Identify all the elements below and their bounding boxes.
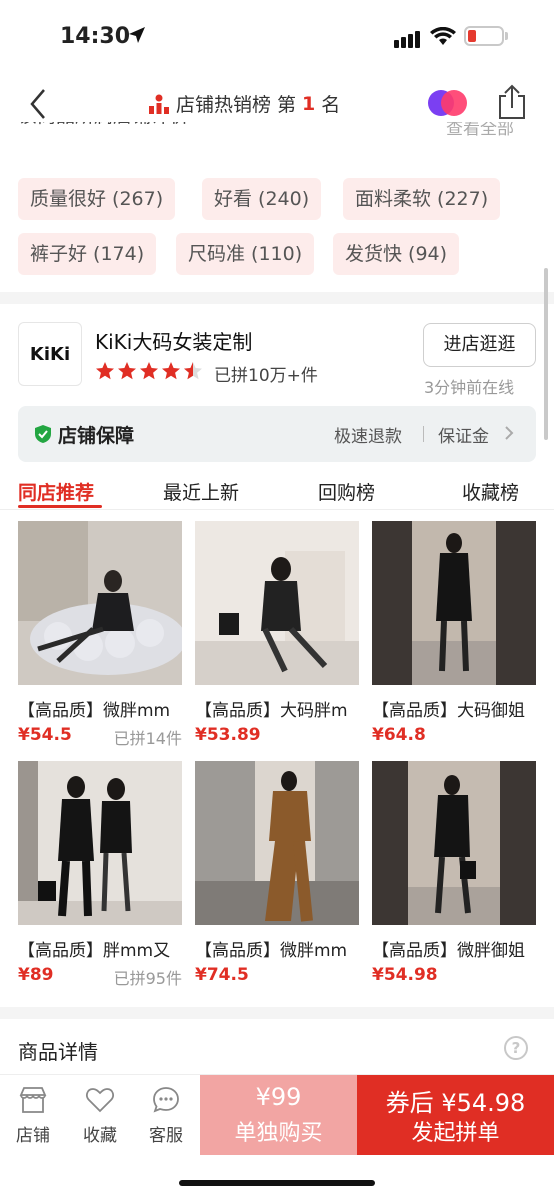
- section-divider: [0, 1007, 554, 1019]
- product-image[interactable]: [372, 521, 536, 685]
- group-label: 发起拼单: [411, 1121, 500, 1146]
- status-bar: 14:30: [0, 0, 554, 76]
- product-name: 【高品质】微胖御姐: [372, 941, 525, 961]
- wifi-icon: [430, 27, 456, 45]
- product-card[interactable]: 【高品质】大码胖m ¥53.89: [195, 521, 359, 745]
- product-detail-title: 商品详情: [18, 1040, 98, 1064]
- home-indicator[interactable]: [179, 1180, 375, 1186]
- tabs-divider: [0, 509, 554, 510]
- review-tag[interactable]: 尺码准 (110): [176, 233, 315, 275]
- product-image[interactable]: [195, 521, 359, 685]
- shop-online-status: 3分钟前在线: [424, 378, 515, 397]
- review-tag[interactable]: 质量很好 (267): [18, 178, 176, 220]
- shop-guarantee-bar[interactable]: 店铺保障 极速退款 保证金: [18, 406, 536, 462]
- review-tag[interactable]: 好看 (240): [202, 178, 322, 220]
- rank-bars-icon: [149, 94, 169, 114]
- battery-tip: [505, 32, 508, 40]
- product-card[interactable]: 【高品质】大码御姐 ¥64.8: [372, 521, 536, 745]
- customer-service-label: 客服: [149, 1126, 183, 1146]
- product-sold: 已拼95件: [113, 969, 182, 988]
- shop-rating-stars: [95, 361, 203, 381]
- shop-label: 店铺: [16, 1126, 50, 1146]
- tab-same-shop[interactable]: 同店推荐: [18, 478, 94, 505]
- half-star-icon: [184, 362, 202, 380]
- product-card[interactable]: 【高品质】微胖mm ¥54.5 已拼14件: [18, 521, 186, 748]
- shop-sold-count: 已拼10万+件: [214, 366, 318, 386]
- cellular-signal-icon: [394, 31, 420, 48]
- shop-name[interactable]: KiKi大码女装定制: [95, 326, 252, 355]
- tab-newest[interactable]: 最近上新: [163, 478, 239, 505]
- product-card[interactable]: 【高品质】微胖御姐 ¥54.98: [372, 761, 536, 985]
- product-name: 【高品质】微胖mm: [195, 941, 348, 961]
- product-card[interactable]: 【高品质】胖mm又 ¥89 已拼95件: [18, 761, 182, 988]
- customer-service-button[interactable]: 客服: [136, 1085, 196, 1146]
- group-price: 券后 ¥54.98: [385, 1089, 526, 1117]
- merchant-avatar-icon[interactable]: [428, 86, 468, 118]
- active-tab-indicator: [18, 505, 102, 508]
- heart-icon: [86, 1088, 114, 1113]
- single-label: 单独购买: [234, 1121, 323, 1146]
- star-icon: [96, 362, 114, 380]
- back-chevron-icon[interactable]: [26, 86, 50, 122]
- product-name: 【高品质】微胖mm: [18, 701, 171, 721]
- star-icon: [118, 362, 136, 380]
- shop-icon: [19, 1087, 47, 1113]
- tab-repurchase[interactable]: 回购榜: [318, 478, 375, 505]
- review-tag[interactable]: 发货快 (94): [333, 233, 460, 275]
- location-arrow-icon: [129, 27, 145, 43]
- product-name: 【高品质】大码胖m: [195, 701, 348, 721]
- help-icon[interactable]: ?: [504, 1036, 528, 1060]
- battery-icon: [464, 26, 504, 46]
- rank-suffix: 名: [321, 94, 341, 116]
- share-icon[interactable]: [496, 84, 528, 120]
- deposit-label: 保证金: [438, 427, 489, 447]
- guarantee-title: 店铺保障: [58, 425, 135, 447]
- star-icon: [140, 362, 158, 380]
- bottom-action-bar: 店铺 收藏 客服 ¥99 单独购买 券后 ¥54.98 发起拼单: [0, 1074, 554, 1155]
- nav-title-text: 店铺热销榜: [176, 94, 272, 116]
- start-group-buy-button[interactable]: 券后 ¥54.98 发起拼单: [357, 1075, 554, 1155]
- view-all-link[interactable]: 查看全部: [446, 122, 514, 142]
- hot-rank-title[interactable]: 店铺热销榜 第1名: [148, 90, 340, 117]
- product-name: 【高品质】大码御姐: [372, 701, 525, 721]
- product-price: ¥53.89: [195, 725, 261, 745]
- section-divider: [0, 292, 554, 304]
- scrollbar[interactable]: [544, 268, 548, 440]
- shop-button[interactable]: 店铺: [3, 1085, 63, 1146]
- product-name: 【高品质】胖mm又: [18, 941, 171, 961]
- separator: [423, 426, 424, 442]
- product-price: ¥64.8: [372, 725, 426, 745]
- chevron-right-icon: [505, 426, 514, 440]
- single-price: ¥99: [255, 1083, 302, 1111]
- rank-prefix: 第: [277, 94, 297, 116]
- review-tag[interactable]: 面料柔软 (227): [343, 178, 501, 220]
- product-image[interactable]: [195, 761, 359, 925]
- product-image[interactable]: [18, 521, 186, 685]
- shop-review-heading: 该商品所属店铺评价: [18, 122, 189, 142]
- product-price: ¥54.5: [18, 725, 72, 745]
- product-card[interactable]: 【高品质】微胖mm ¥74.5: [195, 761, 359, 985]
- chat-bubble-icon: [153, 1087, 179, 1113]
- buy-single-button[interactable]: ¥99 单独购买: [200, 1075, 357, 1155]
- fast-refund-label: 极速退款: [334, 427, 402, 447]
- status-time: 14:30: [60, 24, 131, 49]
- favorite-button[interactable]: 收藏: [70, 1085, 130, 1146]
- rank-number: 1: [302, 92, 316, 115]
- product-image[interactable]: [18, 761, 182, 925]
- tab-favorites[interactable]: 收藏榜: [462, 478, 519, 505]
- visit-shop-button[interactable]: 进店逛逛: [423, 323, 536, 367]
- review-tag[interactable]: 裤子好 (174): [18, 233, 157, 275]
- shop-logo[interactable]: KiKi: [18, 322, 82, 386]
- favorite-label: 收藏: [83, 1126, 117, 1146]
- product-sold: 已拼14件: [113, 729, 182, 748]
- product-image[interactable]: [372, 761, 536, 925]
- shield-check-icon: [35, 425, 51, 443]
- star-icon: [162, 362, 180, 380]
- product-price: ¥74.5: [195, 965, 249, 985]
- product-price: ¥54.98: [372, 965, 438, 985]
- product-price: ¥89: [18, 965, 54, 985]
